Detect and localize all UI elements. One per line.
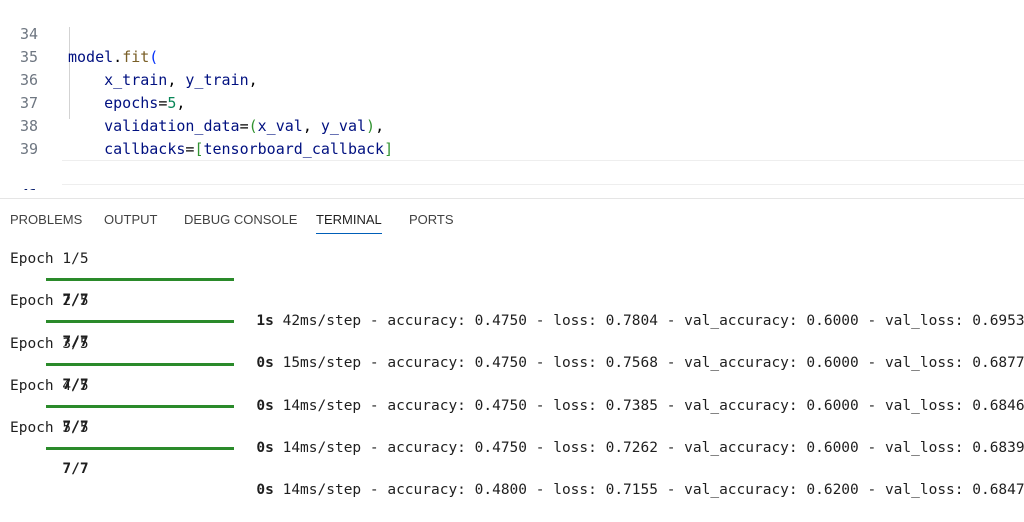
epoch-label: Epoch 5/5 — [10, 420, 89, 436]
tab-output[interactable]: OUTPUT — [104, 212, 157, 228]
progress-line: 7/7 0s 14ms/step - accuracy: 0.4750 - lo… — [10, 396, 1024, 456]
code-line-41[interactable]: 41 print(" Training complete and logs sa… — [0, 161, 1024, 190]
panel-tabs: PROBLEMS OUTPUT DEBUG CONSOLE TERMINAL P… — [0, 199, 1024, 239]
code-line-38[interactable]: 38 callbacks=[tensorboard_callback] — [0, 92, 1024, 158]
code-line-40[interactable]: 40 — [0, 138, 1024, 181]
progress-bar — [46, 278, 234, 281]
elapsed-time: 0s — [256, 482, 274, 498]
code-editor[interactable]: 34 model.fit( 35 x_train, y_train, 36 ep… — [0, 0, 1024, 190]
epoch-label: Epoch 1/5 — [10, 251, 89, 267]
progress-bar — [46, 447, 234, 450]
step-count: 7/7 — [62, 461, 89, 477]
tab-debug-console[interactable]: DEBUG CONSOLE — [184, 212, 297, 228]
metrics-text: 14ms/step - accuracy: 0.4800 - loss: 0.7… — [273, 482, 1024, 498]
progress-bar — [46, 320, 234, 323]
epoch-label: Epoch 4/5 — [10, 378, 89, 394]
code-line-34[interactable]: 34 model.fit( — [0, 0, 1024, 66]
progress-line: 7/7 0s 14ms/step - accuracy: 0.4800 - lo… — [10, 438, 1024, 498]
progress-line: 7/7 1s 42ms/step - accuracy: 0.4750 - lo… — [10, 269, 1024, 329]
progress-bar — [46, 363, 234, 366]
epoch-label: Epoch 2/5 — [10, 293, 89, 309]
progress-bar — [46, 405, 234, 408]
tab-ports[interactable]: PORTS — [409, 212, 454, 228]
code-line-39[interactable]: 39 ) — [0, 115, 1024, 181]
line-number: 41 — [0, 184, 38, 190]
code-line-35[interactable]: 35 x_train, y_train, — [0, 23, 1024, 89]
progress-line: 7/7 0s 15ms/step - accuracy: 0.4750 - lo… — [10, 311, 1024, 371]
tab-terminal[interactable]: TERMINAL — [316, 212, 382, 234]
epoch-label: Epoch 3/5 — [10, 336, 89, 352]
code-line-36[interactable]: 36 epochs=5, — [0, 46, 1024, 112]
progress-line: 7/7 0s 14ms/step - accuracy: 0.4750 - lo… — [10, 354, 1024, 414]
code-line-37[interactable]: 37 validation_data=(x_val, y_val), — [0, 69, 1024, 135]
tab-problems[interactable]: PROBLEMS — [10, 212, 82, 228]
bottom-panel: PROBLEMS OUTPUT DEBUG CONSOLE TERMINAL P… — [0, 198, 1024, 498]
